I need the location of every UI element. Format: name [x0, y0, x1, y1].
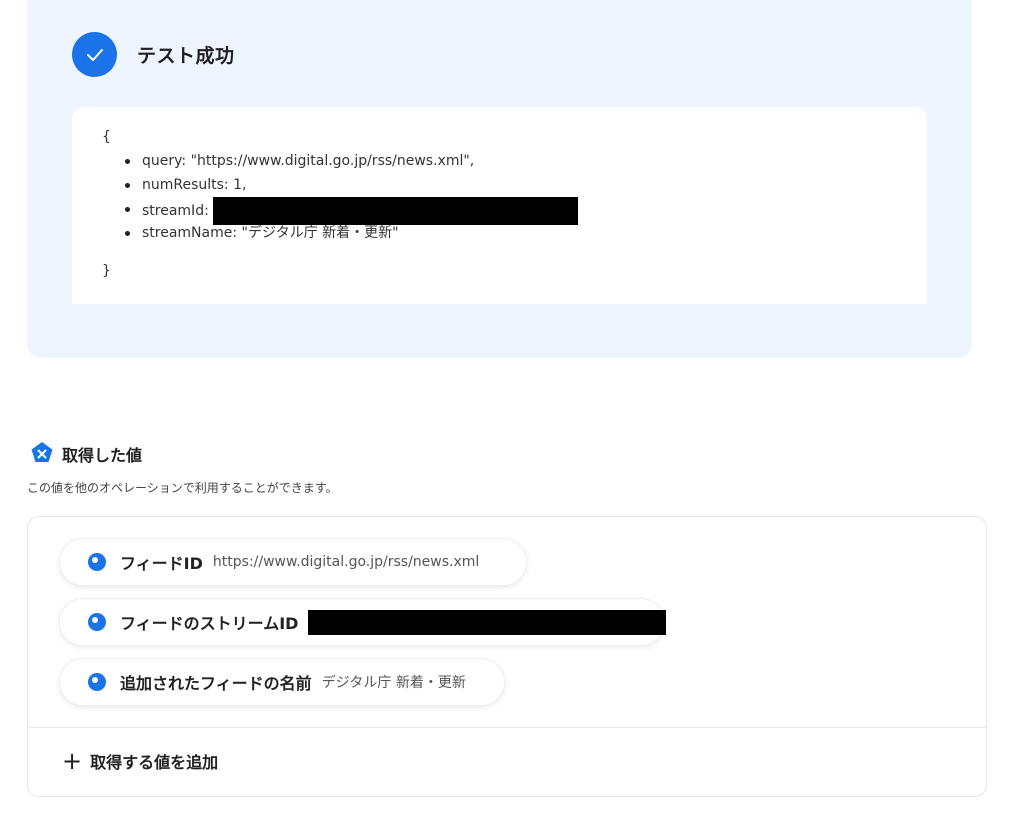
- redacted-block: [308, 609, 667, 635]
- json-output-box: { query: "https://www.digital.go.jp/rss/…: [72, 107, 927, 304]
- json-field-num-results: numResults: 1,: [122, 173, 578, 197]
- acquired-values-card: フィードID https://www.digital.go.jp/rss/new…: [27, 516, 987, 797]
- acquired-values-description: この値を他のオペレーションで利用することができます。: [27, 481, 338, 495]
- dot-icon: [88, 613, 106, 631]
- add-value-button[interactable]: + 取得する値を追加: [62, 749, 218, 773]
- json-open-brace: {: [102, 129, 111, 145]
- acquired-values-title: 取得した値: [62, 446, 143, 465]
- json-field-stream-name: streamName: "デジタル庁 新着・更新": [122, 221, 578, 245]
- json-fields-list: query: "https://www.digital.go.jp/rss/ne…: [122, 149, 578, 245]
- json-field-stream-id: streamId:: [122, 197, 578, 225]
- value-chip-value: https://www.digital.go.jp/rss/news.xml: [212, 554, 480, 570]
- x-badge-icon: [31, 442, 53, 462]
- dot-icon: [88, 673, 106, 691]
- value-chip-label: 追加されたフィードの名前: [120, 674, 312, 693]
- json-field-stream-id-key: streamId:: [142, 203, 209, 219]
- value-chip-value: デジタル庁 新着・更新: [321, 675, 466, 691]
- dot-icon: [88, 553, 106, 571]
- value-chip-label: フィードID: [120, 554, 203, 573]
- plus-icon: +: [62, 747, 83, 775]
- value-chip-feed-name[interactable]: 追加されたフィードの名前 デジタル庁 新着・更新: [59, 658, 505, 706]
- card-divider: [28, 727, 986, 728]
- value-chip-stream-id[interactable]: フィードのストリームID: [59, 598, 667, 646]
- check-icon: [72, 32, 117, 77]
- value-chip-label: フィードのストリームID: [120, 614, 299, 633]
- add-value-label: 取得する値を追加: [90, 753, 219, 772]
- json-close-brace: }: [102, 263, 111, 279]
- value-chip-feed-id[interactable]: フィードID https://www.digital.go.jp/rss/new…: [59, 538, 527, 586]
- json-field-query: query: "https://www.digital.go.jp/rss/ne…: [122, 149, 578, 173]
- test-success-title: テスト成功: [137, 45, 235, 67]
